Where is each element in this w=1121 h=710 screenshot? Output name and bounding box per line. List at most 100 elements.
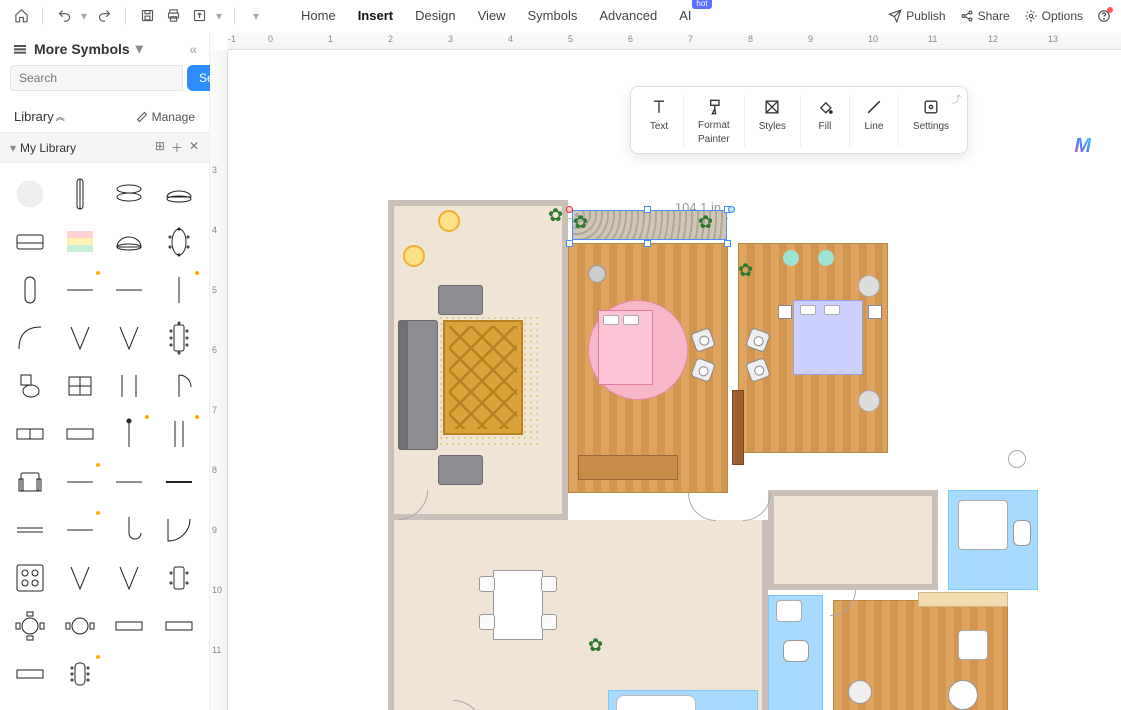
symbol-wall-thick[interactable] <box>6 507 54 553</box>
symbol-sofa-front[interactable] <box>6 219 54 265</box>
mylib-caret-icon: ▾ <box>10 141 16 155</box>
publish-label: Publish <box>906 9 945 23</box>
symbol-burger[interactable] <box>155 171 203 217</box>
ruler-horizontal[interactable]: -1 0 1 2 3 4 5 6 7 8 9 10 11 12 13 <box>228 32 1121 50</box>
export-icon[interactable] <box>188 5 210 27</box>
symbol-bench2[interactable] <box>155 603 203 649</box>
symbol-table-fancy[interactable] <box>56 651 104 697</box>
mylib-tools: ⊞ ＋ ✕ <box>155 139 199 156</box>
redo-icon[interactable] <box>93 5 115 27</box>
symbol-v1[interactable] <box>56 315 104 361</box>
symbol-rainbow[interactable] <box>56 219 104 265</box>
symbol-divider-open[interactable] <box>155 411 203 457</box>
symbol-counter1[interactable] <box>6 411 54 457</box>
undo-icon[interactable] <box>53 5 75 27</box>
symbol-blank-circle[interactable] <box>6 171 54 217</box>
symbol-line-v[interactable] <box>155 267 203 313</box>
symbol-arc-tl[interactable] <box>6 315 54 361</box>
symbol-line-h[interactable] <box>56 267 104 313</box>
symbol-v4[interactable] <box>106 555 154 601</box>
undo-dropdown-icon[interactable]: ▾ <box>79 5 89 27</box>
menu-advanced[interactable]: Advanced <box>599 8 657 23</box>
menu-symbols[interactable]: Symbols <box>528 8 578 23</box>
symbol-wall-line2[interactable] <box>106 459 154 505</box>
share-button[interactable]: Share <box>960 9 1010 23</box>
export-dropdown-icon[interactable]: ▾ <box>214 5 224 27</box>
symbol-grid <box>0 163 209 710</box>
options-button[interactable]: Options <box>1024 9 1083 23</box>
symbol-bench1[interactable] <box>106 603 154 649</box>
menu-ai[interactable]: AI <box>679 8 691 23</box>
symbol-bench3[interactable] <box>6 651 54 697</box>
search-row: Search <box>0 65 209 99</box>
line-tool[interactable]: Line <box>850 95 899 147</box>
home-icon[interactable] <box>10 5 32 27</box>
symbol-table-rect[interactable] <box>155 555 203 601</box>
mylib-close-icon[interactable]: ✕ <box>189 139 199 156</box>
symbol-armchair[interactable] <box>6 459 54 505</box>
search-input[interactable] <box>10 65 183 91</box>
menu-insert[interactable]: Insert <box>358 8 393 23</box>
floating-toolbar[interactable]: ⤴ Text Format Painter Styles Fill Line S… <box>630 86 968 154</box>
publish-button[interactable]: Publish <box>888 9 945 23</box>
symbol-line-3[interactable] <box>56 507 104 553</box>
more-dropdown-icon[interactable]: ▾ <box>245 5 267 27</box>
symbol-counter2[interactable] <box>56 411 104 457</box>
manage-button[interactable]: Manage <box>136 110 195 124</box>
save-icon[interactable] <box>136 5 158 27</box>
mylibrary-row[interactable]: ▾ My Library ⊞ ＋ ✕ <box>0 132 209 163</box>
ruler-vertical[interactable]: 3 4 5 6 7 8 9 10 11 <box>210 50 228 710</box>
collapse-panel-icon[interactable]: « <box>189 41 197 57</box>
symbol-table-long[interactable] <box>155 315 203 361</box>
options-label: Options <box>1042 9 1083 23</box>
text-tool[interactable]: Text <box>635 95 684 147</box>
sel-handle-bm[interactable] <box>644 240 651 247</box>
title-dropdown-icon[interactable]: ▾ <box>136 40 143 57</box>
canvas-area: -1 0 1 2 3 4 5 6 7 8 9 10 11 12 13 3 4 5… <box>210 32 1121 710</box>
mylib-add-icon[interactable]: ＋ <box>171 139 183 156</box>
top-right-actions: Publish Share Options <box>888 9 1111 23</box>
library-expand-icon[interactable]: ︽ <box>56 110 65 123</box>
symbol-fridge[interactable] <box>56 171 104 217</box>
symbols-panel: More Symbols ▾ « Search Library ︽ Manage… <box>0 32 210 710</box>
symbol-pill[interactable] <box>6 267 54 313</box>
symbol-table-oval[interactable] <box>155 219 203 265</box>
symbol-stove[interactable] <box>6 555 54 601</box>
symbol-dome[interactable] <box>106 219 154 265</box>
symbol-v3[interactable] <box>56 555 104 601</box>
symbol-door-half[interactable] <box>155 363 203 409</box>
symbol-v2[interactable] <box>106 315 154 361</box>
symbol-hook[interactable] <box>106 507 154 553</box>
symbol-corner-arc[interactable] <box>155 507 203 553</box>
floor-plan[interactable]: ✿ <box>388 200 888 710</box>
symbol-toilet-side[interactable] <box>6 363 54 409</box>
menu-view[interactable]: View <box>478 8 506 23</box>
symbol-table-2chair[interactable] <box>56 603 104 649</box>
sel-handle-tm[interactable] <box>644 206 651 213</box>
app-logo: M <box>1074 135 1091 158</box>
symbol-line-h2[interactable] <box>106 267 154 313</box>
wardrobe <box>732 390 744 465</box>
symbol-door-l[interactable] <box>106 363 154 409</box>
fill-tool[interactable]: Fill <box>801 95 850 147</box>
symbol-divider-dot[interactable] <box>106 411 154 457</box>
sel-handle-bl[interactable] <box>566 240 573 247</box>
help-button[interactable] <box>1097 9 1111 23</box>
sel-handle-connect[interactable] <box>728 206 735 213</box>
library-label[interactable]: Library <box>14 109 54 124</box>
sel-handle-br[interactable] <box>724 240 731 247</box>
symbol-line-thick[interactable] <box>155 459 203 505</box>
symbol-wall-line[interactable] <box>56 459 104 505</box>
symbol-table-round[interactable] <box>6 603 54 649</box>
print-icon[interactable] <box>162 5 184 27</box>
symbol-oval-seat[interactable] <box>106 171 154 217</box>
menu-home[interactable]: Home <box>301 8 336 23</box>
symbol-window[interactable] <box>56 363 104 409</box>
pin-icon[interactable]: ⤴ <box>951 91 961 106</box>
sel-handle-rotate[interactable] <box>566 206 573 213</box>
mylib-grid-icon[interactable]: ⊞ <box>155 139 165 156</box>
menu-design[interactable]: Design <box>415 8 455 23</box>
notification-dot <box>1107 7 1113 13</box>
styles-tool[interactable]: Styles <box>745 95 801 147</box>
format-painter-tool[interactable]: Format Painter <box>684 95 745 147</box>
